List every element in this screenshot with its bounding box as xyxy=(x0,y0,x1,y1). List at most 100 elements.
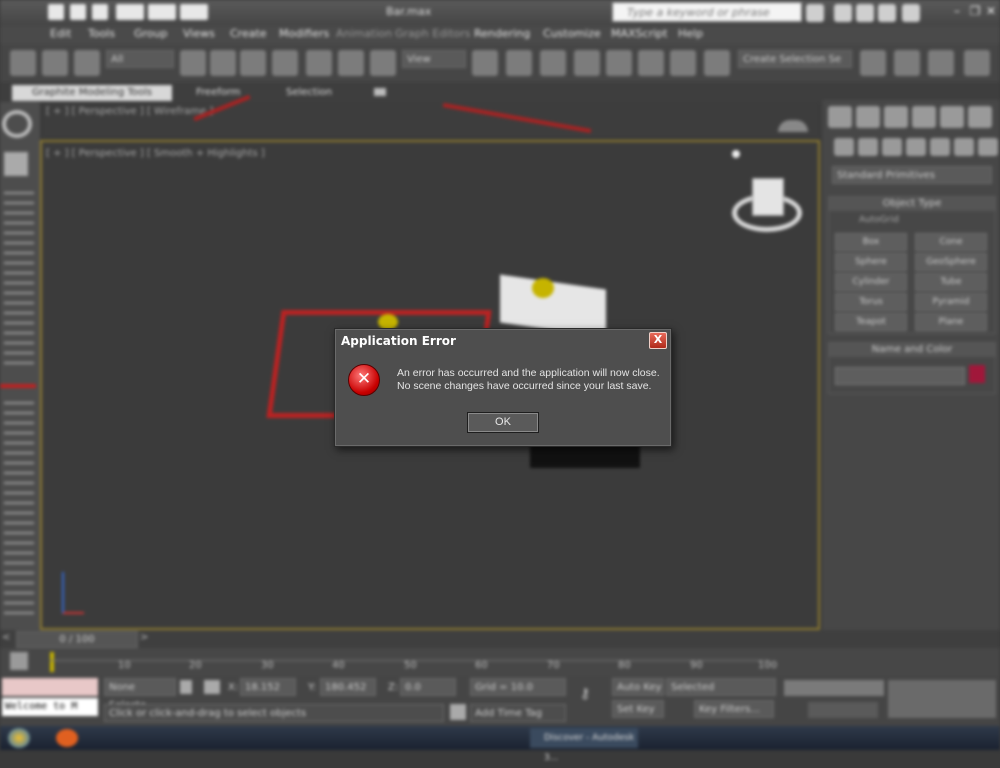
spinner-snap-icon[interactable] xyxy=(670,50,696,76)
helpers-icon[interactable] xyxy=(930,138,950,156)
cameras-icon[interactable] xyxy=(906,138,926,156)
reference-coordinate-dropdown[interactable]: View xyxy=(402,50,466,68)
rotate-icon[interactable] xyxy=(338,50,364,76)
maxscript-listener[interactable]: Welcome to M xyxy=(2,698,98,716)
lights-icon[interactable] xyxy=(882,138,902,156)
menu-customize[interactable]: Customize xyxy=(543,27,601,40)
select-by-name-icon[interactable] xyxy=(210,50,236,76)
torus-button[interactable]: Torus xyxy=(835,293,907,311)
search-input[interactable]: Type a keyword or phrase xyxy=(612,2,802,22)
link-icon[interactable] xyxy=(10,50,36,76)
geometry-icon[interactable] xyxy=(834,138,854,156)
project-folder-icon[interactable] xyxy=(180,4,208,20)
menu-rendering[interactable]: Rendering xyxy=(474,27,530,40)
menu-views[interactable]: Views xyxy=(183,27,215,40)
playback-controls[interactable] xyxy=(784,680,884,696)
mini-curve-editor-icon[interactable] xyxy=(10,652,28,670)
selection-filter-dropdown[interactable]: All xyxy=(106,50,174,68)
current-frame-field[interactable] xyxy=(808,702,878,718)
viewport-top-label[interactable]: [ + ] [ Perspective ] [ Wireframe ] xyxy=(46,106,213,117)
object-name-field[interactable] xyxy=(835,367,965,385)
next-frame-icon[interactable]: > xyxy=(140,632,152,646)
light-gizmo-icon[interactable] xyxy=(532,278,554,298)
utilities-tab-icon[interactable] xyxy=(968,106,992,128)
viewcube-home-icon[interactable] xyxy=(2,110,32,138)
space-warps-icon[interactable] xyxy=(954,138,974,156)
ok-button[interactable]: OK xyxy=(467,412,539,433)
help-icon[interactable] xyxy=(902,4,920,22)
tab-graphite-modeling-tools[interactable]: Graphite Modeling Tools xyxy=(12,85,172,101)
transform-type-in-icon[interactable] xyxy=(204,680,220,694)
x-coordinate-field[interactable]: 18.152 xyxy=(240,678,296,696)
object-color-swatch[interactable] xyxy=(969,365,985,383)
select-object-icon[interactable] xyxy=(180,50,206,76)
pyramid-button[interactable]: Pyramid xyxy=(915,293,987,311)
layer-manager-icon[interactable] xyxy=(928,50,954,76)
save-icon[interactable] xyxy=(92,4,108,20)
new-file-icon[interactable] xyxy=(48,4,64,20)
window-crossing-icon[interactable] xyxy=(272,50,298,76)
menu-modifiers[interactable]: Modifiers xyxy=(279,27,329,40)
mirror-icon[interactable] xyxy=(860,50,886,76)
create-tab-icon[interactable] xyxy=(828,106,852,128)
hierarchy-tab-icon[interactable] xyxy=(884,106,908,128)
shapes-icon[interactable] xyxy=(858,138,878,156)
category-dropdown[interactable]: Standard Primitives xyxy=(832,166,992,184)
move-icon[interactable] xyxy=(306,50,332,76)
manipulate-icon[interactable] xyxy=(506,50,532,76)
z-coordinate-field[interactable]: 0.0 xyxy=(400,678,456,696)
snaps-toggle-icon[interactable] xyxy=(574,50,600,76)
restore-icon[interactable]: ❐ xyxy=(968,4,982,18)
menu-maxscript[interactable]: MAXScript xyxy=(611,27,667,40)
steering-wheel-icon[interactable] xyxy=(732,150,740,158)
key-icon[interactable]: ⚷ xyxy=(580,686,604,702)
close-window-icon[interactable]: ✕ xyxy=(984,4,998,18)
maxscript-listener-top[interactable] xyxy=(2,678,98,696)
angle-snap-icon[interactable] xyxy=(606,50,632,76)
y-coordinate-field[interactable]: 180.452 xyxy=(320,678,376,696)
communication-icon[interactable] xyxy=(834,4,852,22)
firefox-icon[interactable] xyxy=(56,729,78,747)
time-tag-icon[interactable] xyxy=(450,704,466,720)
star-icon[interactable] xyxy=(878,4,896,22)
prev-frame-icon[interactable]: < xyxy=(2,632,14,646)
ribbon-minimize-icon[interactable] xyxy=(374,88,386,96)
keyboard-shortcut-icon[interactable] xyxy=(540,50,566,76)
menu-create[interactable]: Create xyxy=(230,27,267,40)
scale-icon[interactable] xyxy=(370,50,396,76)
add-time-tag[interactable]: Add Time Tag xyxy=(470,704,566,722)
rectangular-selection-icon[interactable] xyxy=(240,50,266,76)
menu-graph-editors[interactable]: Graph Editors xyxy=(395,27,471,40)
plane-button[interactable]: Plane xyxy=(915,313,987,331)
close-icon[interactable]: X xyxy=(649,332,667,349)
set-key-button[interactable]: Set Key xyxy=(612,700,664,718)
menu-edit[interactable]: Edit xyxy=(50,27,71,40)
motion-tab-icon[interactable] xyxy=(912,106,936,128)
windows-start-icon[interactable] xyxy=(8,728,30,748)
modify-tab-icon[interactable] xyxy=(856,106,880,128)
autogrid-checkbox[interactable]: AutoGrid xyxy=(859,215,899,225)
pivot-center-icon[interactable] xyxy=(472,50,498,76)
taskbar-app-button[interactable]: Discover - Autodesk 3... xyxy=(530,728,638,763)
tab-freeform[interactable]: Freeform xyxy=(196,85,241,101)
sphere-button[interactable]: Sphere xyxy=(835,253,907,271)
menu-tools[interactable]: Tools xyxy=(88,27,115,40)
tube-button[interactable]: Tube xyxy=(915,273,987,291)
geosphere-button[interactable]: GeoSphere xyxy=(915,253,987,271)
render-setup-icon[interactable] xyxy=(964,50,990,76)
auto-key-button[interactable]: Auto Key xyxy=(612,678,664,696)
subscription-icon[interactable] xyxy=(806,4,824,22)
viewcube-icon[interactable] xyxy=(778,120,808,132)
tab-selection[interactable]: Selection xyxy=(286,85,332,101)
align-icon[interactable] xyxy=(894,50,920,76)
percent-snap-icon[interactable] xyxy=(638,50,664,76)
cylinder-button[interactable]: Cylinder xyxy=(835,273,907,291)
open-file-icon[interactable] xyxy=(70,4,86,20)
named-selection-dropdown[interactable]: Create Selection Se xyxy=(738,50,852,68)
time-slider[interactable]: 0 / 100 xyxy=(16,631,138,648)
menu-help[interactable]: Help xyxy=(678,27,703,40)
bind-space-warp-icon[interactable] xyxy=(74,50,100,76)
minimize-icon[interactable]: – xyxy=(950,4,964,18)
unlink-icon[interactable] xyxy=(42,50,68,76)
key-filters-button[interactable]: Key Filters... xyxy=(694,700,774,718)
